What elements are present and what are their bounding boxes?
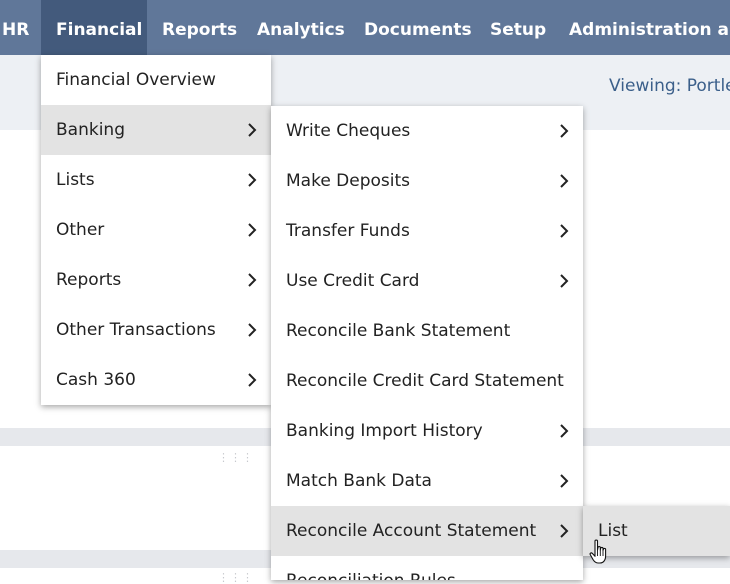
top-navigation: HR Financial Reports Analytics Documents… bbox=[0, 0, 730, 55]
nav-documents[interactable]: Documents bbox=[349, 0, 487, 55]
chevron-right-icon bbox=[247, 105, 259, 155]
menu-item-reconcile-credit-card-statement[interactable]: Reconcile Credit Card Statement bbox=[271, 356, 583, 406]
menu-item-label: Reports bbox=[56, 270, 122, 290]
menu-item-label: Banking Import History bbox=[286, 421, 483, 441]
menu-item-write-cheques[interactable]: Write Cheques bbox=[271, 106, 583, 156]
menu-item-label: Other bbox=[56, 220, 105, 240]
menu-item-reconcile-account-statement[interactable]: Reconcile Account Statement bbox=[271, 506, 583, 556]
menu-item-cash-360[interactable]: Cash 360 bbox=[41, 355, 271, 405]
chevron-right-icon bbox=[559, 156, 571, 206]
hand-cursor-icon bbox=[589, 539, 607, 564]
menu-item-label: Cash 360 bbox=[56, 370, 136, 390]
chevron-right-icon bbox=[559, 406, 571, 456]
menu-item-label: Financial Overview bbox=[56, 70, 216, 90]
menu-item-transfer-funds[interactable]: Transfer Funds bbox=[271, 206, 583, 256]
menu-item-label: Other Transactions bbox=[56, 320, 216, 340]
menu-item-label: Banking bbox=[56, 120, 125, 140]
menu-item-label: Lists bbox=[56, 170, 95, 190]
menu-item-label: Make Deposits bbox=[286, 171, 411, 191]
chevron-right-icon bbox=[247, 205, 259, 255]
menu-item-use-credit-card[interactable]: Use Credit Card bbox=[271, 256, 583, 306]
chevron-right-icon bbox=[559, 506, 571, 556]
menu-item-other[interactable]: Other bbox=[41, 205, 271, 255]
menu-item-match-bank-data[interactable]: Match Bank Data bbox=[271, 456, 583, 506]
menu-item-banking-import-history[interactable]: Banking Import History bbox=[271, 406, 583, 456]
chevron-right-icon bbox=[559, 256, 571, 306]
nav-setup[interactable]: Setup bbox=[475, 0, 561, 55]
menu-item-label: Use Credit Card bbox=[286, 271, 420, 291]
chevron-right-icon bbox=[247, 305, 259, 355]
menu-item-financial-overview[interactable]: Financial Overview bbox=[41, 55, 271, 105]
drag-handle-icon[interactable]: ⋮⋮⋮ bbox=[218, 451, 254, 464]
chevron-right-icon bbox=[559, 106, 571, 156]
nav-financial[interactable]: Financial bbox=[41, 0, 147, 55]
drag-handle-icon[interactable]: ⋮⋮⋮ bbox=[218, 571, 254, 584]
menu-item-label: Reconcile Account Statement bbox=[286, 521, 537, 541]
menu-item-label: Reconcile Credit Card Statement bbox=[286, 371, 564, 391]
menu-item-label: Transfer Funds bbox=[286, 221, 410, 241]
menu-item-label: Match Bank Data bbox=[286, 471, 432, 491]
chevron-right-icon bbox=[247, 355, 259, 405]
menu-item-other-transactions[interactable]: Other Transactions bbox=[41, 305, 271, 355]
nav-hr[interactable]: HR bbox=[0, 0, 44, 55]
menu-item-reconciliation-rules[interactable]: Reconciliation Rules bbox=[271, 556, 583, 580]
menu-item-label: Reconciliation Rules bbox=[286, 571, 456, 580]
nav-analytics[interactable]: Analytics bbox=[242, 0, 360, 55]
menu-item-label: List bbox=[598, 521, 628, 541]
chevron-right-icon bbox=[247, 255, 259, 305]
menu-item-reconcile-bank-statement[interactable]: Reconcile Bank Statement bbox=[271, 306, 583, 356]
viewing-label[interactable]: Viewing: Portle bbox=[609, 76, 730, 96]
menu-item-reports[interactable]: Reports bbox=[41, 255, 271, 305]
chevron-right-icon bbox=[559, 206, 571, 256]
banking-submenu: Write Cheques Make Deposits Transfer Fun… bbox=[271, 106, 583, 580]
menu-item-label: Reconcile Bank Statement bbox=[286, 321, 511, 341]
chevron-right-icon bbox=[247, 155, 259, 205]
menu-item-label: Write Cheques bbox=[286, 121, 411, 141]
menu-item-banking[interactable]: Banking bbox=[41, 105, 271, 155]
nav-administration[interactable]: Administration and bbox=[554, 0, 730, 55]
menu-item-lists[interactable]: Lists bbox=[41, 155, 271, 205]
financial-menu: Financial Overview Banking Lists Other R… bbox=[41, 55, 271, 405]
nav-reports[interactable]: Reports bbox=[147, 0, 252, 55]
chevron-right-icon bbox=[559, 456, 571, 506]
menu-item-make-deposits[interactable]: Make Deposits bbox=[271, 156, 583, 206]
